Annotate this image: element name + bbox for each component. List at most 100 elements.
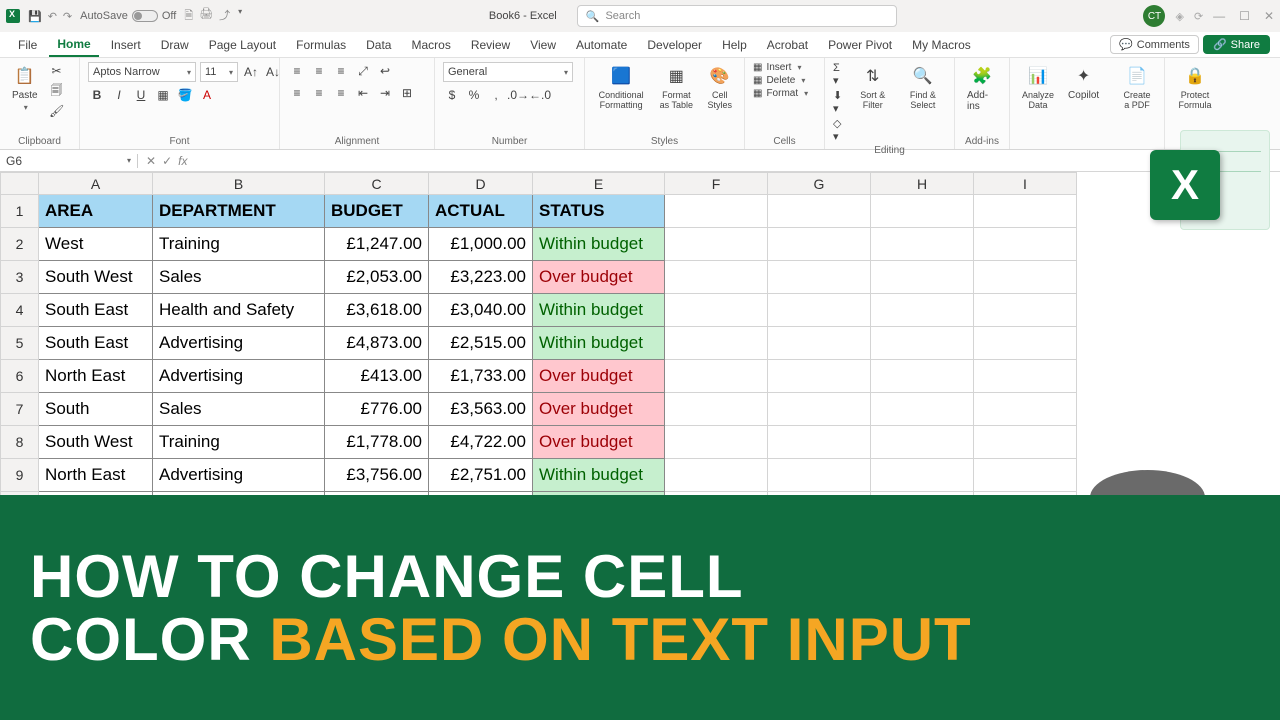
fill-color-icon[interactable]: 🪣 [176, 86, 194, 104]
analyze-data-button[interactable]: 📊Analyze Data [1018, 62, 1058, 112]
cell[interactable] [768, 360, 871, 393]
cell[interactable] [768, 294, 871, 327]
tab-help[interactable]: Help [714, 34, 755, 56]
cell[interactable]: £2,751.00 [429, 459, 533, 492]
cell[interactable]: £4,873.00 [325, 327, 429, 360]
currency-icon[interactable]: $ [443, 86, 461, 104]
column-header[interactable]: H [871, 173, 974, 195]
font-color-icon[interactable]: A [198, 86, 216, 104]
cell[interactable] [665, 261, 768, 294]
cell[interactable]: £1,000.00 [429, 228, 533, 261]
align-bottom-icon[interactable]: ≡ [332, 62, 350, 80]
cell[interactable]: South [39, 393, 153, 426]
cell[interactable]: Advertising [153, 360, 325, 393]
cell[interactable] [871, 195, 974, 228]
cell[interactable]: Over budget [533, 393, 665, 426]
fx-icon[interactable]: fx [178, 154, 187, 168]
row-header[interactable]: 4 [1, 294, 39, 327]
cell[interactable]: Within budget [533, 459, 665, 492]
cell[interactable]: Sales [153, 393, 325, 426]
merge-icon[interactable]: ⊞ [398, 84, 416, 102]
cell[interactable]: South East [39, 327, 153, 360]
cell[interactable]: £2,053.00 [325, 261, 429, 294]
font-size-select[interactable]: 11▾ [200, 62, 238, 82]
cell[interactable]: £776.00 [325, 393, 429, 426]
tab-review[interactable]: Review [463, 34, 518, 56]
cell[interactable] [768, 195, 871, 228]
column-header[interactable]: I [974, 173, 1077, 195]
qa-icon[interactable]: ⤴ [219, 7, 230, 26]
cell[interactable]: Training [153, 426, 325, 459]
cell[interactable]: BUDGET [325, 195, 429, 228]
cell[interactable]: Over budget [533, 360, 665, 393]
cell[interactable]: AREA [39, 195, 153, 228]
cell[interactable] [871, 294, 974, 327]
cell[interactable] [665, 393, 768, 426]
user-avatar[interactable]: CT [1143, 5, 1165, 27]
increase-font-icon[interactable]: A↑ [242, 63, 260, 81]
cell[interactable] [974, 294, 1077, 327]
cell[interactable] [665, 327, 768, 360]
cell[interactable] [871, 393, 974, 426]
align-left-icon[interactable]: ≡ [288, 84, 306, 102]
underline-button[interactable]: U [132, 86, 150, 104]
row-header[interactable]: 6 [1, 360, 39, 393]
align-right-icon[interactable]: ≡ [332, 84, 350, 102]
diamond-icon[interactable]: ◈ [1175, 10, 1183, 23]
tab-file[interactable]: File [10, 34, 45, 56]
cell[interactable] [665, 195, 768, 228]
row-header[interactable]: 1 [1, 195, 39, 228]
cell[interactable] [871, 459, 974, 492]
enter-formula-icon[interactable]: ✓ [162, 154, 172, 168]
align-center-icon[interactable]: ≡ [310, 84, 328, 102]
cell[interactable]: South West [39, 426, 153, 459]
cancel-formula-icon[interactable]: ✕ [146, 154, 156, 168]
redo-icon[interactable]: ↷ [63, 10, 72, 23]
cell[interactable] [974, 327, 1077, 360]
undo-icon[interactable]: ↶ [48, 10, 57, 23]
qa-icon[interactable]: 🗎 [184, 7, 193, 26]
cell[interactable] [768, 459, 871, 492]
format-cells-button[interactable]: ▦ Format ▾ [753, 88, 808, 99]
cell[interactable]: £3,563.00 [429, 393, 533, 426]
cell[interactable]: £4,722.00 [429, 426, 533, 459]
column-header[interactable]: C [325, 173, 429, 195]
toggle-switch-icon[interactable] [132, 10, 158, 22]
cell[interactable]: Sales [153, 261, 325, 294]
cell[interactable]: South West [39, 261, 153, 294]
align-middle-icon[interactable]: ≡ [310, 62, 328, 80]
delete-cells-button[interactable]: ▦ Delete ▾ [753, 75, 805, 86]
cell[interactable] [974, 195, 1077, 228]
cell[interactable] [768, 426, 871, 459]
cell[interactable] [665, 228, 768, 261]
cell[interactable] [974, 360, 1077, 393]
cell[interactable]: £1,733.00 [429, 360, 533, 393]
tab-draw[interactable]: Draw [153, 34, 197, 56]
sort-filter-button[interactable]: ⇅Sort & Filter [852, 62, 894, 112]
close-button[interactable]: ✕ [1264, 9, 1274, 23]
maximize-button[interactable]: ☐ [1239, 9, 1250, 23]
cell[interactable] [871, 426, 974, 459]
number-format-select[interactable]: General▾ [443, 62, 573, 82]
cell[interactable]: South East [39, 294, 153, 327]
align-top-icon[interactable]: ≡ [288, 62, 306, 80]
cell[interactable]: £1,778.00 [325, 426, 429, 459]
cell[interactable]: Health and Safety [153, 294, 325, 327]
decrease-decimal-icon[interactable]: ←.0 [531, 86, 549, 104]
row-header[interactable]: 9 [1, 459, 39, 492]
autosum-icon[interactable]: Σ ▾ [833, 62, 846, 87]
fill-icon[interactable]: ⬇ ▾ [833, 89, 846, 115]
sync-icon[interactable]: ⟳ [1194, 10, 1203, 23]
cell[interactable] [871, 261, 974, 294]
cell[interactable]: STATUS [533, 195, 665, 228]
cell[interactable]: Within budget [533, 327, 665, 360]
tab-formulas[interactable]: Formulas [288, 34, 354, 56]
search-input[interactable]: 🔍 Search [577, 5, 897, 27]
copilot-button[interactable]: ✦Copilot [1064, 62, 1103, 103]
addins-button[interactable]: 🧩Add-ins [963, 62, 1001, 114]
select-all-corner[interactable] [1, 173, 39, 195]
cell[interactable]: West [39, 228, 153, 261]
italic-button[interactable]: I [110, 86, 128, 104]
tab-view[interactable]: View [522, 34, 564, 56]
minimize-button[interactable]: — [1213, 9, 1225, 23]
